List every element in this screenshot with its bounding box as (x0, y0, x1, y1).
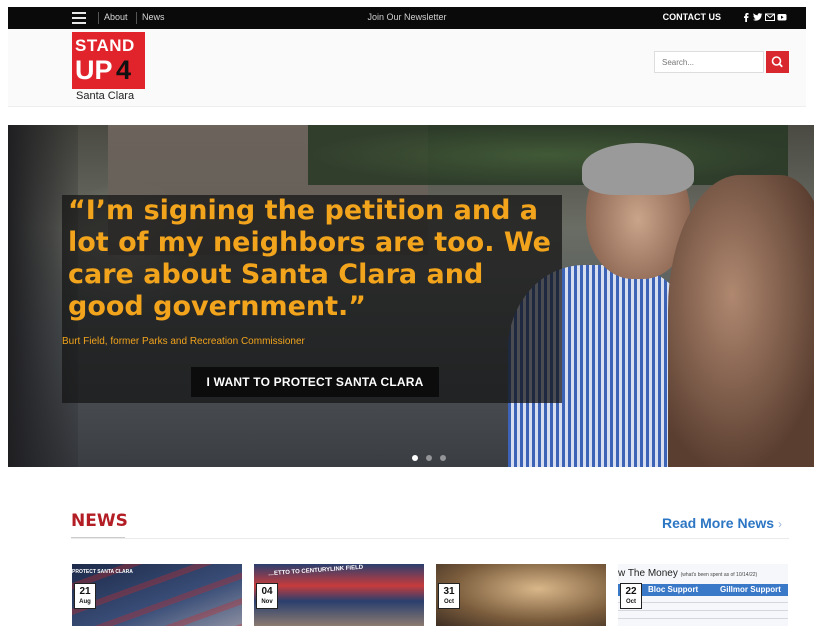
twitter-icon[interactable] (753, 12, 763, 22)
hero-quote: “I’m signing the petition and a lot of m… (68, 195, 551, 322)
column-header: Gillmor Support (720, 585, 781, 594)
date-month: Aug (79, 599, 91, 605)
slider-dots (412, 448, 454, 466)
card-overlay-text: PROTECT SANTA CLARA (72, 569, 133, 575)
logo-up: UP (75, 55, 113, 85)
news-card[interactable]: w The Money (what's been spent as of 10/… (618, 564, 788, 626)
date-day: 22 (625, 586, 637, 597)
site-header: STAND UP 4 Santa Clara (8, 29, 806, 107)
date-badge: 31 Oct (438, 583, 460, 609)
news-divider (71, 538, 789, 539)
date-month: Oct (443, 599, 454, 605)
logo-city: Santa Clara (76, 90, 135, 102)
facebook-icon[interactable] (741, 12, 751, 22)
news-heading-underline (71, 537, 125, 538)
table-rule (618, 610, 788, 611)
column-header: Bloc Support (648, 585, 699, 594)
date-badge: 21 Aug (74, 583, 96, 609)
youtube-icon[interactable] (777, 12, 787, 22)
chevron-right-icon: › (777, 517, 782, 531)
hero-attribution: Burt Field, former Parks and Recreation … (62, 336, 305, 347)
date-day: 31 (443, 586, 455, 597)
news-card[interactable]: 31 Oct (436, 564, 606, 626)
logo-stand: STAND (75, 36, 135, 55)
date-day: 04 (261, 586, 273, 597)
date-month: Oct (625, 599, 636, 605)
hero-foreground-person (668, 175, 814, 467)
date-day: 21 (79, 586, 91, 597)
contact-us-link[interactable]: CONTACT US (663, 12, 721, 22)
card-headline-text: w The Money (618, 568, 678, 579)
news-card[interactable]: …ETTO TO CENTURYLINK FIELD 04 Nov (254, 564, 424, 626)
slider-dot-2[interactable] (426, 455, 432, 461)
slider-dot-3[interactable] (440, 455, 446, 461)
newsletter-link[interactable]: Join Our Newsletter (367, 12, 446, 22)
table-rule (618, 618, 788, 619)
slider-dot-1[interactable] (412, 455, 418, 461)
protect-santa-clara-button[interactable]: I WANT TO PROTECT SANTA CLARA (191, 367, 439, 397)
read-more-news-link[interactable]: Read More News › (662, 515, 782, 531)
search-icon (771, 56, 783, 68)
site-logo[interactable]: STAND UP 4 Santa Clara (72, 32, 145, 104)
logo-four: 4 (116, 55, 132, 85)
date-badge: 22 Oct (620, 583, 642, 609)
hero-person-hair (582, 143, 694, 195)
hero-slider: “I’m signing the petition and a lot of m… (8, 125, 814, 467)
read-more-label: Read More News (662, 515, 775, 531)
news-card[interactable]: PROTECT SANTA CLARA 21 Aug (72, 564, 242, 626)
card-headline-note: (what's been spent as of 10/14/22) (680, 572, 758, 578)
hero-quote-box: “I’m signing the petition and a lot of m… (62, 195, 562, 403)
search-input[interactable] (654, 51, 764, 73)
email-icon[interactable] (765, 12, 775, 22)
card-headline: w The Money (what's been spent as of 10/… (618, 568, 757, 579)
hero-background-foliage (308, 125, 788, 185)
date-month: Nov (261, 599, 273, 605)
search-button[interactable] (766, 51, 789, 73)
table-rule (618, 602, 788, 603)
top-bar: About News Join Our Newsletter CONTACT U… (8, 7, 806, 29)
date-badge: 04 Nov (256, 583, 278, 609)
card-overlay-text: …ETTO TO CENTURYLINK FIELD (267, 564, 364, 578)
news-heading: NEWS (71, 511, 128, 531)
